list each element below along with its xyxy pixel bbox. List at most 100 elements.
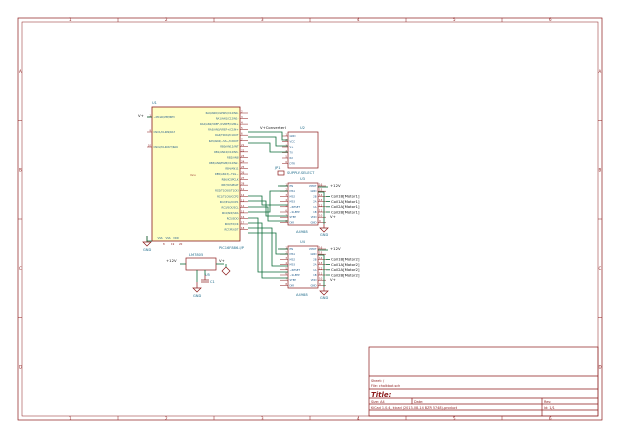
u3-pin-number: 15 [319,188,323,192]
u1-pin-number: 14 [241,204,245,208]
jumper-ref: JP1 [274,166,281,170]
u1-pin-name: RC6/TX/CK [225,222,239,226]
u3-pin-name: GND [311,189,317,193]
u1-pin-name: RA4/T0CKI/C1OUT [215,133,239,137]
u2-pin-name: RX [290,156,294,160]
u4-pin-name: VDD [311,278,317,282]
u3-pin-name: VMOT [309,184,317,188]
u4-net-labels: Coil1B[Motor2]Coil1A[Motor2]Coil2A[Motor… [326,257,360,277]
u2-pin-name: GND [290,134,296,138]
u1-pin-name: RC5/SDO [227,216,239,220]
u1-pin-number: 21 [241,143,245,147]
u3-pin-name: 1A [313,205,317,209]
u2-pin-name: DTR [290,162,296,166]
u1-pin-number: 27 [241,176,245,180]
u2-net-label: V+ConverterI [260,125,286,130]
u1-pin-name: RA3/AN3/VREF+/C1IN+ [208,128,238,132]
u3-gnd-symbol: GND [319,224,329,237]
u4-pin-name: EN [290,247,294,251]
u3-net-labels: Coil1B[Motor1]Coil1A[Motor1]Coil2A[Motor… [326,194,360,214]
u4-pin-number: 10 [319,277,323,281]
u4-pin-number: 13 [319,261,323,265]
tb-id: Id: 1/1 [544,406,555,410]
u1-pin-number: 12 [241,193,245,197]
tb-title-label: Title: [371,391,392,399]
tb-sheet: Sheet: / [371,379,385,383]
u1-pin-number: 20 [179,242,183,246]
u1-pin-number: 19 [171,242,175,246]
u3-pin-number: 14 [319,193,323,197]
u1-pin-name: RA5/AN4/~SS~/C2OUT [209,139,239,143]
u4-pin-number: 15 [319,251,323,255]
u1-pin-number: 22 [241,148,245,152]
u3-pin-name: ~RESET [290,205,301,209]
u2-pin-name: TX [290,151,294,155]
u5-ref: U5 [205,273,210,277]
u1-pin-name: RB0/AN12/INT [220,144,239,148]
u1-pin-number: 15 [241,209,245,213]
u4-gnd-label: GND [320,296,328,300]
u3-pin-number: 13 [319,198,323,202]
u4-pin-name: 1B [313,273,317,277]
u1-pin-name: RB4/AN11 [225,167,238,171]
u4-pin-name: MS1 [290,252,296,256]
u3-value: A4988 [296,230,308,234]
tb-size: Size: A4 [371,400,385,404]
u5-value: LM7805 [189,253,203,257]
u1-pin-name: RC4/SDI/SDA [222,211,239,215]
u1-value: PIC16F886-I/P [219,246,245,250]
u1-pin-name: VSS [157,236,162,240]
u4-vplus-label: V+ [330,277,336,282]
tb-rev: Rev: [544,400,551,404]
u3-pin-number: 12 [319,203,323,207]
u1-pin-name: OSC2/CLKOUT/RA6 [154,145,179,149]
u1-pin-name: RC0/T1OSO/T1CKI [215,189,239,193]
u1-pin-number: 16 [241,215,245,219]
u4-driver[interactable]: U4 A4988 EN1MS12MS23MS34~RESET5~SLEEP6ST… [280,240,360,297]
u1-pin-number: 17 [241,221,245,225]
u3-pin-number: 16 [319,183,323,187]
u1-pin-number: 28 [241,182,245,186]
u1-pin-number: 23 [241,154,245,158]
frame-row-left-D: D [19,364,22,369]
u5-regulator[interactable]: LM7805 U5 [185,253,217,277]
pwr-flag-symbol [221,266,231,276]
u1-pin-name: RC7/RX/DT [224,228,238,232]
u5-plus12v-label: +12V [166,258,177,263]
frame-row-right-C: C [599,266,602,271]
u1-pin-number: 25 [241,165,245,169]
u3-driver[interactable]: U3 A4988 EN1MS12MS23MS34~RESET5~SLEEP6ST… [280,177,360,234]
u1-label: mcu [190,174,196,177]
u4-pin-name: ~SLEEP [290,273,301,277]
schematic-sheet: 112233445566A AB BC CD D U1 PIC16F886-I/P mc… [17,17,603,421]
u2-pin-name: VCC [290,140,296,144]
u1-pin-number: 10 [148,144,152,148]
u1-mcu[interactable]: U1 PIC16F886-I/P mcu ~MCLR/VPP/RE31OSC1/… [147,101,248,250]
u3-pin-number: 11 [319,209,323,213]
u4-pin-number: 16 [319,246,323,250]
u3-vplus-label: V+ [330,214,336,219]
title-block: Sheet: / File: chalkbot.sch Title: Size:… [368,346,599,417]
u1-pin-number: 24 [241,159,245,163]
u2-header[interactable]: U2 V+ConverterI GND1VCC2V+3TX4RX5DTR6 [260,125,319,169]
u4-value: A4988 [296,293,308,297]
u4-pin-name: GND [311,252,317,256]
u2-ref: U2 [300,126,305,130]
u4-plus12v-label: +12V [330,246,341,251]
jumper-value: SUPPLY-SELECT [287,171,315,175]
jumper-body[interactable] [277,170,285,176]
u5-body[interactable] [185,257,217,271]
u1-pin-name: VDD [173,236,179,240]
u3-pin-name: 2A [313,200,317,204]
u1-pin-number: 26 [241,171,245,175]
frame-row-left-C: C [19,266,22,271]
u3-pin-name: VDD [311,215,317,219]
u4-pin-name: GND [311,283,317,287]
u3-pin-name: EN [290,184,294,188]
u1-pin-name: VSS [165,236,170,240]
u1-pin-name: RB6/ICSPCLK [222,178,239,182]
u4-pin-name: MS2 [290,257,296,261]
u3-pin-name: STEP [290,215,297,219]
u1-pin-name: RB2/AN8 [227,155,239,159]
u3-pin-name: DIR [290,220,295,224]
